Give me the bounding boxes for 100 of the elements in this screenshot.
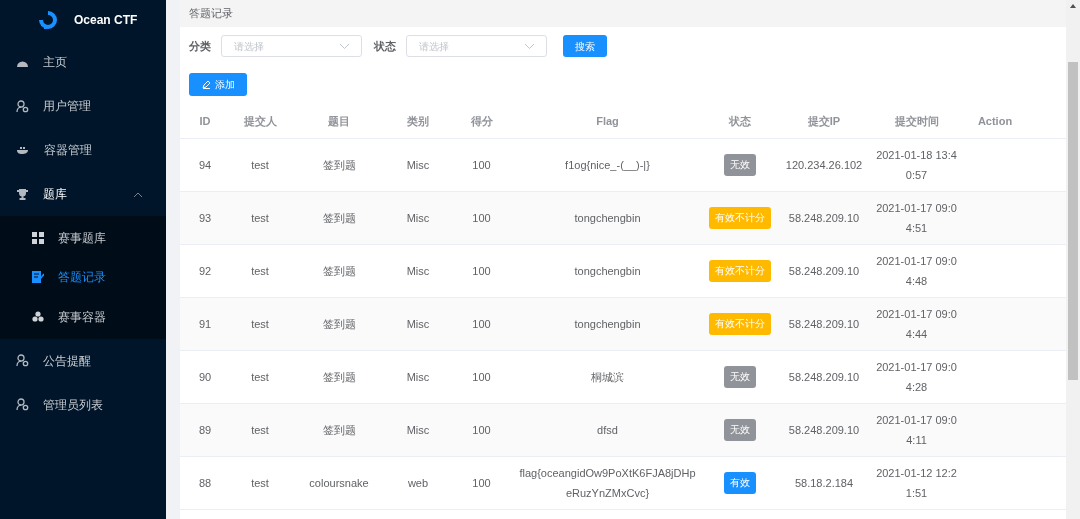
- sidebar-item[interactable]: 容器管理: [0, 128, 166, 172]
- table-cell-text: dfsd: [596, 423, 619, 438]
- table-cell-text: 2021-01-12 12:21:51: [875, 466, 958, 501]
- table-cell-text: 100: [471, 317, 492, 332]
- table-cell-text: 58.248.209.10: [787, 317, 861, 332]
- table-cell-text: 签到题: [321, 423, 357, 438]
- filter-label: 分类: [189, 38, 211, 54]
- table-cell-text: 58.248.209.10: [787, 423, 861, 438]
- sidebar-item[interactable]: 公告提醒: [0, 338, 166, 383]
- table-cell-text: 92: [197, 264, 213, 279]
- brand-name: Ocean CTF: [74, 12, 138, 29]
- table-cell-text: 93: [197, 211, 213, 226]
- status-tag: 有效不计分: [709, 313, 771, 335]
- table-cell-text: 90: [197, 370, 213, 385]
- table-cell-text: Misc: [405, 370, 431, 385]
- table-cell-text: 签到题: [321, 317, 357, 332]
- column-header: Action: [976, 113, 1014, 129]
- table-cell-text: 100: [471, 158, 492, 173]
- table-cell-text: 100: [471, 423, 492, 438]
- table-cell-text: web: [406, 476, 430, 491]
- table-cell-text: 签到题: [321, 211, 357, 226]
- table-cell-text: 2021-01-17 09:04:51: [875, 201, 958, 236]
- status-tag: 无效: [724, 419, 756, 441]
- table-cell-text: Misc: [405, 423, 431, 438]
- table-cell-text: 2021-01-17 09:04:28: [875, 360, 958, 395]
- chevron-down-icon: [525, 43, 534, 49]
- document-edit-icon: [32, 271, 44, 284]
- table-cell-text: 58.248.209.10: [787, 370, 861, 385]
- cluster-icon: [32, 311, 44, 323]
- table-cell-text: 签到题: [321, 158, 357, 173]
- table-cell-text: Misc: [405, 211, 431, 226]
- table-cell-text: coloursnake: [308, 476, 370, 491]
- column-header: 状态: [727, 113, 752, 129]
- table-cell-text: 100: [471, 476, 492, 491]
- user-gear-icon: [16, 99, 29, 113]
- table-cell-text: tongchengbin: [573, 264, 642, 279]
- table-cell-text: 2021-01-17 09:04:44: [875, 307, 958, 342]
- column-header: 提交IP: [806, 113, 842, 129]
- status-tag: 无效: [724, 366, 756, 388]
- column-header: 提交人: [242, 113, 278, 129]
- chevron-up-icon: [134, 191, 142, 197]
- table-cell-text: 88: [197, 476, 213, 491]
- table-cell-text: 100: [471, 211, 492, 226]
- table-cell-text: Misc: [405, 264, 431, 279]
- table-cell-text: test: [250, 264, 270, 279]
- user-gear-icon: [16, 354, 29, 367]
- table-cell-text: 58.18.2.184: [793, 476, 855, 491]
- submenu-item[interactable]: 答题记录: [0, 257, 166, 297]
- sidebar-item[interactable]: 题库: [0, 172, 166, 216]
- table-cell-text: 2021-01-18 13:40:57: [875, 148, 958, 183]
- column-header: 类别: [406, 113, 430, 129]
- column-header: 题目: [327, 113, 351, 129]
- table-cell-text: 91: [197, 317, 213, 332]
- sidebar-item[interactable]: 主页: [0, 40, 166, 84]
- pencil-icon: [201, 80, 211, 89]
- table-cell-text: flag{oceangidOw9PoXtK6FJA8jDHpeRuzYnZMxCvc}: [518, 466, 697, 501]
- table-cell-text: test: [250, 423, 270, 438]
- table-cell-text: f1og{nice_-(__)-|}: [564, 158, 651, 173]
- table-cell-text: Misc: [405, 158, 431, 173]
- status-tag: 有效不计分: [709, 207, 771, 229]
- table-cell-text: 2021-01-17 09:04:48: [875, 254, 958, 289]
- table-cell-text: Misc: [405, 317, 431, 332]
- table-cell-text: 签到题: [321, 370, 357, 385]
- column-header: 得分: [469, 113, 494, 129]
- trophy-icon: [16, 187, 29, 201]
- logo-icon: [36, 8, 60, 32]
- table-cell-text: 桐城滨: [590, 370, 625, 385]
- scrollbar-thumb[interactable]: [1068, 62, 1078, 380]
- table-cell-text: test: [250, 211, 270, 226]
- table-cell-text: test: [250, 317, 270, 332]
- table-cell-text: 100: [471, 264, 492, 279]
- sidebar-item[interactable]: 用户管理: [0, 84, 166, 128]
- status-tag: 无效: [724, 154, 756, 176]
- filter-label: 状态: [374, 38, 396, 54]
- chevron-down-icon: [340, 43, 349, 49]
- table-cell-text: 100: [471, 370, 492, 385]
- whale-icon: [16, 145, 30, 155]
- table-cell-text: tongchengbin: [573, 317, 642, 332]
- table-cell-text: test: [250, 476, 270, 491]
- status-tag: 有效不计分: [709, 260, 771, 282]
- user-gear-icon: [16, 398, 29, 411]
- page-title: 答题记录: [189, 6, 233, 22]
- column-header: ID: [198, 113, 212, 129]
- sidebar-item[interactable]: 管理员列表: [0, 382, 166, 427]
- table-cell-text: 58.248.209.10: [787, 211, 861, 226]
- table-cell-text: 120.234.26.102: [784, 158, 864, 173]
- table-cell-text: 签到题: [321, 264, 357, 279]
- grid-icon: [32, 231, 44, 244]
- table-cell-text: 89: [197, 423, 213, 438]
- column-header: Flag: [595, 113, 620, 129]
- table-cell-text: 58.248.209.10: [787, 264, 861, 279]
- table-cell-text: 2021-01-17 09:04:11: [875, 413, 958, 448]
- submenu-item[interactable]: 赛事容器: [0, 297, 166, 337]
- scroll-up-icon[interactable]: [1070, 4, 1076, 8]
- status-tag: 有效: [724, 472, 756, 494]
- table-cell-text: test: [250, 370, 270, 385]
- table-cell-text: 94: [197, 158, 213, 173]
- table-cell-text: test: [250, 158, 270, 173]
- column-header: 提交时间: [893, 113, 940, 129]
- submenu-item[interactable]: 赛事题库: [0, 218, 166, 258]
